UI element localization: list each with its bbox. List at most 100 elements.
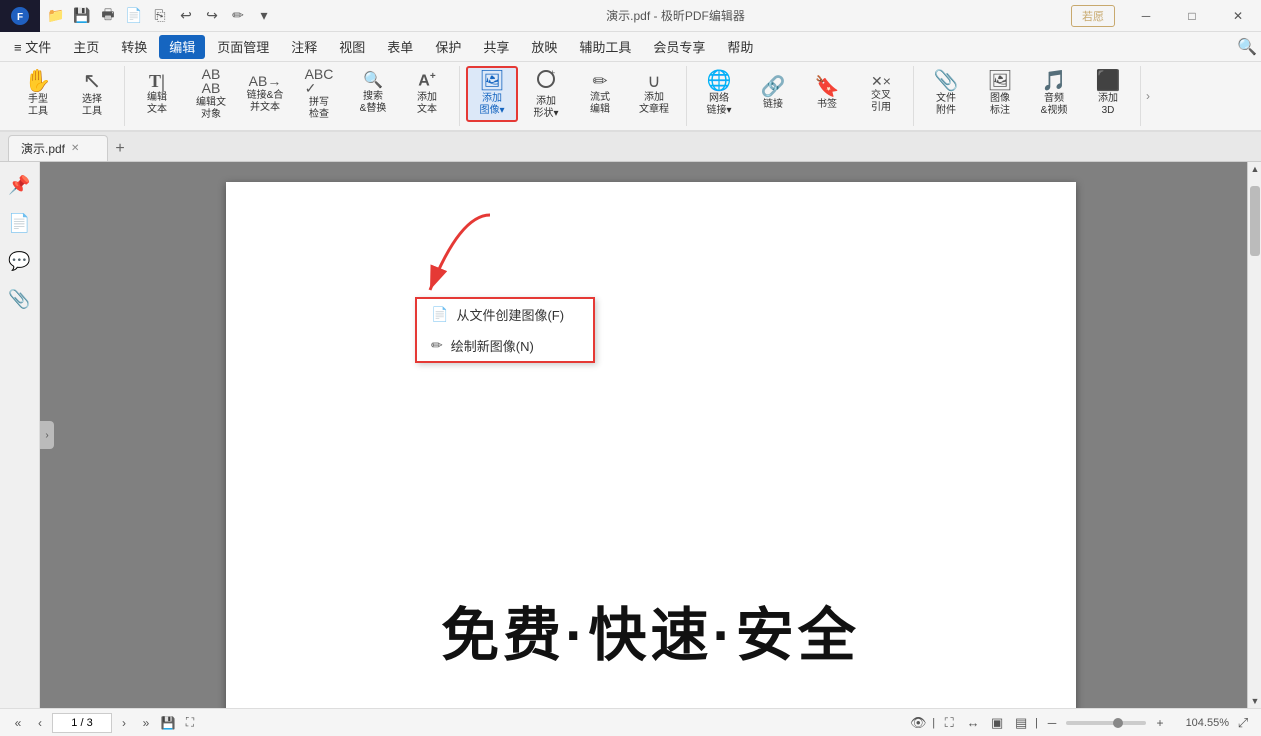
menu-share[interactable]: 共享 <box>473 35 519 59</box>
toolbar-group-tools: ✋ 手型工具 ↖ 选择工具 <box>6 66 125 126</box>
sidebar-attach-icon[interactable]: 📎 <box>5 284 35 314</box>
tab-close-button[interactable]: ✕ <box>71 143 79 154</box>
add-image-icon: 🖼 <box>479 71 504 91</box>
scrollbar-vertical[interactable]: ▲ ▼ <box>1247 162 1261 708</box>
maximize-button[interactable]: □ <box>1169 0 1215 32</box>
zoom-in-button[interactable]: + <box>1150 713 1170 733</box>
create-image-from-file-item[interactable]: 📄 从文件创建图像(F) <box>417 299 593 330</box>
menu-file[interactable]: ≡ 文件 <box>4 35 61 59</box>
menu-help[interactable]: 帮助 <box>717 35 763 59</box>
prev-page-button[interactable]: ‹ <box>30 713 50 733</box>
toolbar-scroll-right[interactable]: › <box>1141 89 1155 103</box>
copy-icon[interactable]: ⎘ <box>148 4 172 28</box>
av-icon: 🎵 <box>1042 71 1067 91</box>
new-icon[interactable]: 📄 <box>122 4 146 28</box>
scroll-mode-icon[interactable]: ▤ <box>1011 713 1031 733</box>
search-area[interactable]: 🔍 <box>1237 37 1257 57</box>
menu-page-manage[interactable]: 页面管理 <box>207 35 279 59</box>
menu-edit[interactable]: 编辑 <box>159 35 205 59</box>
zoom-out-button[interactable]: ─ <box>1042 713 1062 733</box>
draw-new-image-item[interactable]: ✏ 绘制新图像(N) <box>417 330 593 361</box>
edit-text-icon: T| <box>149 72 165 90</box>
add-shape-button[interactable]: + 添加形状▾ <box>520 66 572 122</box>
add-image-button[interactable]: 🖼 添加图像▾ <box>466 66 518 122</box>
eye-icon[interactable]: 👁 <box>908 713 928 733</box>
flow-edit-button[interactable]: ✏ 流式编辑 <box>574 66 626 122</box>
link-merge-label: 链接&合并文本 <box>247 90 284 114</box>
menu-convert[interactable]: 转换 <box>111 35 157 59</box>
menu-form[interactable]: 表单 <box>377 35 423 59</box>
separator-2: | <box>1035 717 1038 729</box>
add-3d-button[interactable]: ⬛ 添加3D <box>1082 66 1134 122</box>
export-icon[interactable]: 💾 <box>158 713 178 733</box>
redo-icon[interactable]: ↪ <box>200 4 224 28</box>
new-tab-button[interactable]: + <box>108 137 132 161</box>
sidebar-page-icon[interactable]: 📄 <box>5 208 35 238</box>
hand-tool-label: 手型工具 <box>28 94 48 118</box>
zoom-thumb[interactable] <box>1113 718 1123 728</box>
menu-present[interactable]: 放映 <box>521 35 567 59</box>
image-mark-button[interactable]: 🖼 图像标注 <box>974 66 1026 122</box>
save-icon[interactable]: 💾 <box>70 4 94 28</box>
sidebar-bookmark-icon[interactable]: 📌 <box>5 170 35 200</box>
file-attach-button[interactable]: 📎 文件附件 <box>920 66 972 122</box>
minimize-button[interactable]: ─ <box>1123 0 1169 32</box>
first-page-button[interactable]: « <box>8 713 28 733</box>
select-tool-label: 选择工具 <box>82 94 102 118</box>
spell-check-button[interactable]: ABC✓ 拼写检查 <box>293 66 345 122</box>
scroll-down-arrow[interactable]: ▼ <box>1248 694 1261 708</box>
menu-protect[interactable]: 保护 <box>425 35 471 59</box>
menu-tools[interactable]: 辅助工具 <box>569 35 641 59</box>
audio-video-button[interactable]: 🎵 音频&视频 <box>1028 66 1080 122</box>
expand-panel-button[interactable]: › <box>40 421 54 449</box>
edit-object-icon: ABAB <box>202 67 221 95</box>
sidebar-comment-icon[interactable]: 💬 <box>5 246 35 276</box>
zoom-slider[interactable] <box>1066 721 1146 725</box>
page-input[interactable] <box>52 713 112 733</box>
menu-view[interactable]: 视图 <box>329 35 375 59</box>
close-button[interactable]: ✕ <box>1215 0 1261 32</box>
fit-width-icon[interactable]: ↔ <box>963 713 983 733</box>
window-title: 演示.pdf - 极昕PDF编辑器 <box>280 7 1071 24</box>
app-logo: F <box>0 0 40 32</box>
attach-label: 文件附件 <box>936 93 956 117</box>
add-article-button[interactable]: ∪ 添加文章程 <box>628 66 680 122</box>
draw-new-label: 绘制新图像(N) <box>451 336 534 355</box>
fit-page-icon[interactable]: ⛶ <box>939 713 959 733</box>
menu-member[interactable]: 会员专享 <box>643 35 715 59</box>
tab-pdf[interactable]: 演示.pdf ✕ <box>8 135 108 161</box>
article-label: 添加文章程 <box>639 92 669 116</box>
search-icon[interactable]: 🔍 <box>1237 37 1257 57</box>
link-button[interactable]: 🔗 链接 <box>747 66 799 122</box>
fit-icon[interactable]: ⛶ <box>180 713 200 733</box>
search-replace-icon: 🔍 <box>363 73 383 89</box>
web-link-button[interactable]: 🌐 网络链接▾ <box>693 66 745 122</box>
search-replace-button[interactable]: 🔍 搜索&替换 <box>347 66 399 122</box>
attach-icon: 📎 <box>934 71 959 91</box>
hand-tool-button[interactable]: ✋ 手型工具 <box>12 66 64 122</box>
select-tool-button[interactable]: ↖ 选择工具 <box>66 66 118 122</box>
flow-label: 流式编辑 <box>590 92 610 116</box>
open-icon[interactable]: 📁 <box>44 4 68 28</box>
scroll-thumb[interactable] <box>1250 186 1260 256</box>
print-icon[interactable]: 🖶 <box>96 4 120 28</box>
bookmark-button[interactable]: 🔖 书签 <box>801 66 853 122</box>
undo-icon[interactable]: ↩ <box>174 4 198 28</box>
two-page-icon[interactable]: ▣ <box>987 713 1007 733</box>
cross-ref-button[interactable]: ✕× 交叉引用 <box>855 66 907 122</box>
edit-text-button[interactable]: T| 编辑文本 <box>131 66 183 122</box>
scroll-up-arrow[interactable]: ▲ <box>1248 162 1261 176</box>
window-controls: ─ □ ✕ <box>1123 0 1261 32</box>
add-text-button[interactable]: A+ 添加文本 <box>401 66 453 122</box>
edit-object-label: 编辑文对象 <box>196 97 226 121</box>
next-page-button[interactable]: › <box>114 713 134 733</box>
edit-icon[interactable]: ✏ <box>226 4 250 28</box>
last-page-button[interactable]: » <box>136 713 156 733</box>
dropdown-arrow-icon[interactable]: ▾ <box>252 4 276 28</box>
link-merge-button[interactable]: AB→ 链接&合并文本 <box>239 66 291 122</box>
fullscreen-icon[interactable]: ⤢ <box>1233 713 1253 733</box>
menu-annotate[interactable]: 注释 <box>281 35 327 59</box>
edit-object-button[interactable]: ABAB 编辑文对象 <box>185 66 237 122</box>
member-button[interactable]: 若愿 <box>1071 5 1115 27</box>
menu-home[interactable]: 主页 <box>63 35 109 59</box>
